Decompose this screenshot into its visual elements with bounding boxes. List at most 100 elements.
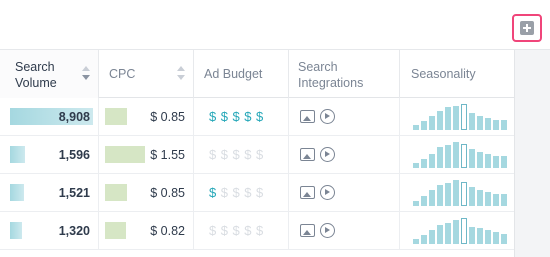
seasonality-bar — [477, 228, 483, 244]
plus-square-icon — [520, 21, 534, 35]
seasonality-bar — [421, 121, 427, 130]
seasonality-cell — [400, 212, 514, 250]
image-icon[interactable] — [300, 186, 315, 199]
dollar-icon: $ — [244, 223, 256, 238]
seasonality-bar — [437, 225, 443, 244]
dollar-icon: $ — [255, 185, 268, 200]
dollar-icon: $ — [209, 109, 221, 124]
dollar-icon: $ — [232, 185, 245, 200]
column-header-cpc[interactable]: CPC — [99, 50, 194, 98]
cpc-bar — [105, 184, 127, 201]
sort-icon[interactable] — [177, 66, 185, 82]
dollar-icon: $ — [209, 223, 221, 238]
column-header-label: CPC — [109, 67, 136, 81]
seasonality-sparkline — [413, 142, 509, 168]
seasonality-bar — [437, 147, 443, 168]
seasonality-cell — [400, 136, 514, 174]
seasonality-bar — [429, 154, 435, 168]
column-header-seasonality[interactable]: Seasonality — [400, 50, 514, 98]
dollar-icon: $ — [244, 109, 256, 124]
column-header-label-line1: Search — [298, 60, 338, 74]
seasonality-bar — [453, 180, 459, 206]
seasonality-bar — [413, 163, 419, 168]
seasonality-bar — [469, 187, 475, 206]
seasonality-bar — [445, 183, 451, 206]
volume-bar — [10, 146, 25, 163]
cpc-bar — [105, 222, 126, 239]
column-header-label: Ad Budget — [204, 67, 263, 81]
seasonality-bar — [501, 156, 507, 168]
seasonality-bar — [421, 159, 427, 168]
cpc-cell: $ 1.55 — [99, 136, 194, 174]
seasonality-bar — [461, 144, 467, 168]
image-icon[interactable] — [300, 224, 315, 237]
seasonality-bar — [501, 234, 507, 244]
dollar-icon: $ — [220, 185, 233, 200]
seasonality-bar — [429, 116, 435, 130]
search-integrations-cell — [289, 98, 400, 136]
seasonality-bar — [429, 190, 435, 206]
seasonality-bar — [501, 194, 507, 206]
dollar-icon: $ — [232, 223, 245, 238]
volume-value: 1,596 — [58, 148, 90, 162]
search-integrations-cell — [289, 212, 400, 250]
search-volume-cell: 8,908 — [0, 98, 99, 136]
search-integrations-cell — [289, 136, 400, 174]
column-header-search-volume[interactable]: Search Volume — [0, 50, 99, 98]
ad-budget-rating: $$$$$ — [209, 185, 268, 200]
seasonality-bar — [413, 201, 419, 206]
column-header-label-line1: Search — [15, 60, 55, 74]
column-header-search-integrations[interactable]: Search Integrations — [289, 50, 400, 98]
cpc-bar — [105, 108, 127, 125]
seasonality-bar — [413, 239, 419, 244]
seasonality-bar — [493, 120, 499, 130]
play-circle-icon[interactable] — [320, 185, 335, 200]
table-row[interactable]: 1,320 $ 0.82 $$$$$ — [0, 212, 514, 250]
seasonality-bar — [445, 223, 451, 244]
volume-value: 8,908 — [58, 110, 90, 124]
sort-icon[interactable] — [82, 66, 90, 82]
dollar-icon: $ — [255, 223, 268, 238]
play-circle-icon[interactable] — [320, 223, 335, 238]
image-icon[interactable] — [300, 148, 315, 161]
column-header-label: Search Volume — [15, 59, 57, 91]
dollar-icon: $ — [220, 147, 233, 162]
seasonality-bar — [421, 196, 427, 206]
table-row[interactable]: 1,596 $ 1.55 $$$$$ — [0, 136, 514, 174]
table-row[interactable]: 1,521 $ 0.85 $$$$$ — [0, 174, 514, 212]
seasonality-bar — [493, 156, 499, 168]
image-icon[interactable] — [300, 110, 315, 123]
seasonality-bar — [469, 113, 475, 130]
seasonality-bar — [437, 111, 443, 130]
dollar-icon: $ — [220, 223, 233, 238]
seasonality-bar — [429, 230, 435, 244]
dollar-icon: $ — [244, 147, 256, 162]
cpc-cell: $ 0.85 — [99, 98, 194, 136]
ad-budget-cell: $$$$$ — [194, 98, 289, 136]
volume-value: 1,320 — [58, 224, 90, 238]
toolbar-area — [0, 0, 550, 50]
ad-budget-rating: $$$$$ — [209, 147, 268, 162]
search-volume-cell: 1,521 — [0, 174, 99, 212]
column-header-label: Seasonality — [411, 67, 476, 81]
ad-budget-rating: $$$$$ — [209, 109, 268, 124]
seasonality-bar — [413, 125, 419, 130]
seasonality-sparkline — [413, 218, 509, 244]
add-column-button[interactable] — [512, 14, 542, 42]
play-circle-icon[interactable] — [320, 109, 335, 124]
play-circle-icon[interactable] — [320, 147, 335, 162]
dollar-icon: $ — [255, 147, 268, 162]
seasonality-bar — [485, 192, 491, 206]
table-row[interactable]: 8,908 $ 0.85 $$$$$ — [0, 98, 514, 136]
seasonality-bar — [461, 182, 467, 206]
cpc-value: $ 0.85 — [150, 110, 185, 124]
seasonality-sparkline — [413, 104, 509, 130]
cpc-cell: $ 0.85 — [99, 174, 194, 212]
column-header-ad-budget[interactable]: Ad Budget — [194, 50, 289, 98]
seasonality-bar — [501, 120, 507, 130]
dollar-icon: $ — [220, 109, 233, 124]
seasonality-bar — [477, 116, 483, 130]
table-header: Search Volume CPC Ad Budget Search Integ… — [0, 50, 514, 98]
seasonality-bar — [453, 142, 459, 168]
column-header-label-line2: Volume — [15, 76, 57, 90]
